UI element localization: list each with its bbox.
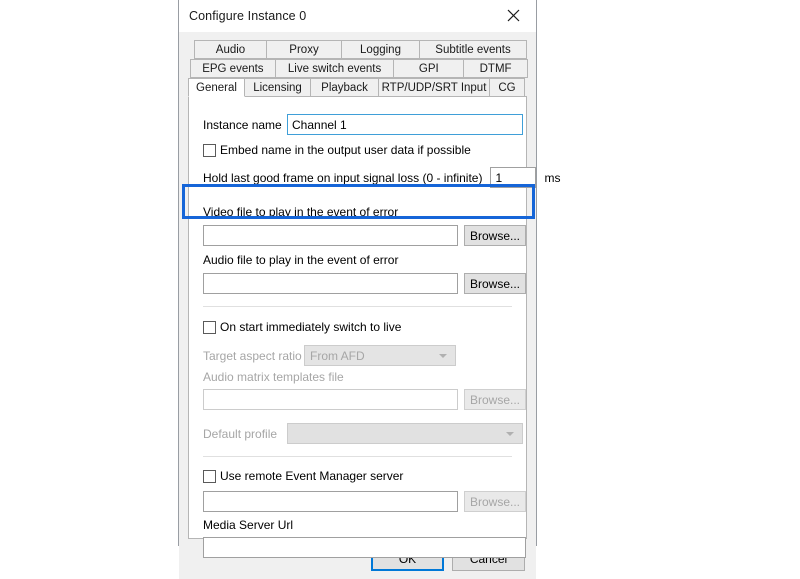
audio-file-browse-button[interactable]: Browse...	[464, 273, 526, 294]
audio-file-label: Audio file to play in the event of error	[203, 253, 399, 267]
tab-label: Proxy	[289, 43, 319, 56]
remote-event-row: Browse...	[203, 491, 526, 512]
dialog-body: Audio Proxy Logging Subtitle events EPG …	[179, 32, 560, 558]
remote-event-checkbox[interactable]	[203, 469, 216, 483]
tab-subtitle-events[interactable]: Subtitle events	[419, 40, 527, 59]
default-profile-dropdown[interactable]	[287, 423, 523, 444]
separator-2	[203, 456, 512, 457]
tab-label: DTMF	[479, 62, 512, 75]
audio-matrix-label: Audio matrix templates file	[203, 370, 344, 384]
hold-frame-unit-label: ms	[544, 170, 561, 185]
chevron-down-icon	[439, 353, 447, 358]
audio-matrix-row: Browse...	[203, 389, 526, 410]
embed-name-checkbox[interactable]	[203, 143, 216, 157]
media-server-row	[203, 537, 526, 558]
dialog-title: Configure Instance 0	[189, 8, 307, 23]
audio-matrix-label-row: Audio matrix templates file	[203, 370, 344, 384]
embed-name-label: Embed name in the output user data if po…	[220, 143, 471, 157]
audio-file-input[interactable]	[203, 273, 458, 294]
audio-matrix-browse-button[interactable]: Browse...	[464, 389, 526, 410]
tab-label: GPI	[418, 62, 439, 75]
tab-licensing[interactable]: Licensing	[244, 78, 311, 97]
tab-label: Licensing	[253, 81, 302, 94]
tab-proxy[interactable]: Proxy	[266, 40, 342, 59]
tab-row-3: General Licensing Playback RTP/UDP/SRT I…	[188, 78, 527, 97]
instance-name-input[interactable]: Channel 1	[287, 114, 523, 135]
default-profile-row: Default profile	[203, 423, 523, 444]
close-icon-glyph	[507, 9, 520, 22]
tab-label: Subtitle events	[435, 43, 511, 56]
media-server-label: Media Server Url	[203, 518, 294, 532]
tab-epg-events[interactable]: EPG events	[190, 59, 276, 78]
tab-label: RTP/UDP/SRT Input	[381, 81, 487, 94]
media-server-label-row: Media Server Url	[203, 518, 293, 532]
tab-dtmf[interactable]: DTMF	[463, 59, 528, 78]
target-aspect-dropdown[interactable]: From AFD	[304, 345, 456, 366]
dialog-titlebar: Configure Instance 0	[179, 0, 536, 32]
tab-row-2: EPG events Live switch events GPI DTMF	[190, 59, 528, 78]
remote-event-input[interactable]	[203, 491, 458, 512]
video-file-input[interactable]	[203, 225, 458, 246]
chevron-down-icon	[506, 431, 514, 436]
tab-label: Logging	[360, 43, 401, 56]
tab-label: Live switch events	[287, 62, 382, 75]
close-icon[interactable]	[491, 0, 536, 31]
tab-gpi[interactable]: GPI	[393, 59, 465, 78]
switch-to-live-checkbox[interactable]	[203, 320, 216, 334]
tab-label: EPG events	[202, 62, 264, 75]
target-aspect-value: From AFD	[310, 348, 365, 363]
video-file-browse-button[interactable]: Browse...	[464, 225, 526, 246]
audio-file-row: Browse...	[203, 273, 526, 294]
media-server-input[interactable]	[203, 537, 526, 558]
tab-row-1: Audio Proxy Logging Subtitle events	[194, 40, 527, 59]
hold-frame-row: Hold last good frame on input signal los…	[203, 167, 560, 188]
tab-rtp-udp-srt-input[interactable]: RTP/UDP/SRT Input	[378, 78, 490, 97]
tab-label: CG	[498, 81, 516, 94]
tab-cg[interactable]: CG	[489, 78, 525, 97]
remote-event-checkbox-row[interactable]: Use remote Event Manager server	[203, 469, 403, 483]
tab-logging[interactable]: Logging	[341, 40, 420, 59]
tab-label: General	[196, 81, 237, 94]
video-file-label: Video file to play in the event of error	[203, 205, 399, 219]
remote-event-label: Use remote Event Manager server	[220, 469, 404, 483]
instance-name-row: Instance name Channel 1	[203, 114, 523, 135]
default-profile-label: Default profile	[203, 426, 278, 441]
audio-file-label-row: Audio file to play in the event of error	[203, 253, 398, 267]
remote-event-browse-button[interactable]: Browse...	[464, 491, 526, 512]
hold-frame-label: Hold last good frame on input signal los…	[203, 170, 483, 185]
audio-matrix-input[interactable]	[203, 389, 458, 410]
video-file-label-row: Video file to play in the event of error	[203, 205, 398, 219]
video-file-row: Browse...	[203, 225, 526, 246]
separator-1	[203, 306, 512, 307]
tab-playback[interactable]: Playback	[310, 78, 379, 97]
target-aspect-label: Target aspect ratio	[203, 348, 302, 363]
tab-label: Audio	[215, 43, 246, 56]
instance-name-label: Instance name	[203, 117, 282, 132]
tab-label: Playback	[321, 81, 368, 94]
embed-name-checkbox-row[interactable]: Embed name in the output user data if po…	[203, 143, 471, 157]
tab-general[interactable]: General	[188, 78, 245, 97]
switch-to-live-checkbox-row[interactable]: On start immediately switch to live	[203, 320, 401, 334]
tab-audio[interactable]: Audio	[194, 40, 267, 59]
tab-live-switch-events[interactable]: Live switch events	[274, 59, 395, 78]
switch-to-live-label: On start immediately switch to live	[220, 320, 402, 334]
general-tab-page: Instance name Channel 1 Embed name in th…	[188, 96, 560, 558]
target-aspect-row: Target aspect ratio From AFD	[203, 345, 456, 366]
hold-frame-input[interactable]: 1	[490, 167, 537, 188]
configure-instance-dialog: Configure Instance 0 Audio Proxy Logging…	[178, 0, 560, 579]
